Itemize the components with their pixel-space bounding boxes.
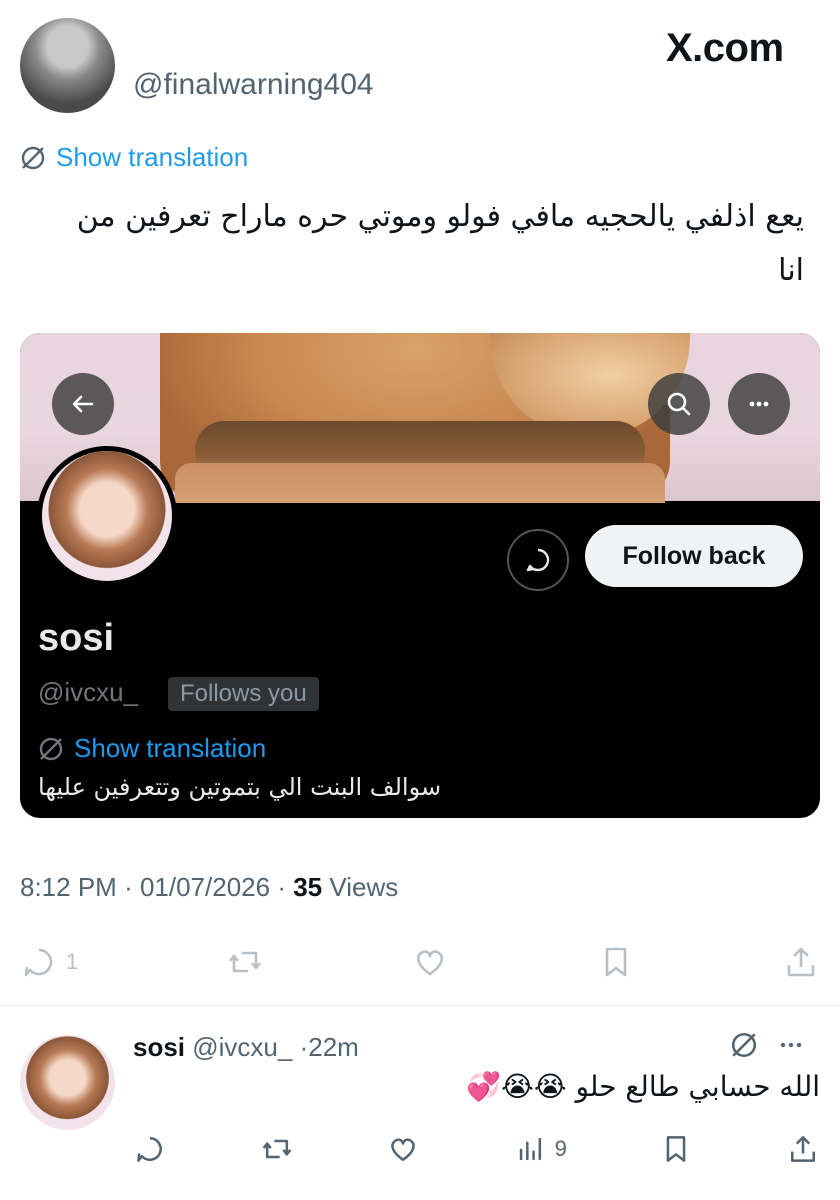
reply-button[interactable]: 1 (20, 943, 78, 981)
reply-handle[interactable]: @ivcxu_ (192, 1032, 292, 1062)
profile-avatar[interactable] (37, 446, 177, 586)
repost-button[interactable] (226, 943, 264, 981)
reply-header: sosi @ivcxu_ ·22m (133, 1032, 359, 1063)
message-button[interactable] (507, 529, 569, 591)
meta-sep: · (124, 872, 140, 902)
post-meta: 8:12 PM · 01/07/2026 · 35 Views (20, 872, 398, 903)
reply-header-icons (730, 1030, 806, 1060)
reply-bookmark-button[interactable] (659, 1132, 693, 1166)
search-icon (667, 392, 691, 416)
reply-reply-button[interactable] (133, 1132, 167, 1166)
bookmark-button[interactable] (597, 943, 635, 981)
views-icon (519, 1137, 541, 1161)
post-time: 8:12 PM (20, 872, 117, 902)
reply-text: الله حسابي طالع حلو 😭😭💞 (466, 1070, 820, 1103)
bookmark-icon (667, 1136, 686, 1162)
reply-age: 22m (308, 1032, 359, 1062)
reply-share-button[interactable] (786, 1132, 820, 1166)
reply-count: 1 (66, 949, 79, 974)
post-action-bar: 1 (20, 940, 820, 984)
banner-bun-bottom (175, 463, 665, 503)
reply-action-bar: 9 (133, 1128, 820, 1170)
reply-sep: · (299, 1032, 309, 1062)
reply-like-button[interactable] (386, 1132, 420, 1166)
post-date: 01/07/2026 (139, 872, 271, 902)
more-button[interactable] (728, 373, 790, 435)
follows-you-badge: Follows you (168, 677, 319, 711)
reply-name[interactable]: sosi (133, 1032, 185, 1062)
author-avatar[interactable] (20, 18, 115, 113)
heart-icon (391, 1138, 415, 1161)
views-count: 35 (293, 872, 323, 902)
show-translation-label: Show translation (56, 142, 249, 172)
reply-icon (24, 948, 53, 977)
more-icon[interactable] (776, 1030, 806, 1060)
translate-icon (21, 146, 45, 169)
profile-bio: سوالف البنت الي بتموتين وتتعرفين عليها (38, 773, 442, 801)
reply-repost-button[interactable] (260, 1132, 294, 1166)
bookmark-icon (605, 947, 626, 977)
profile-name: sosi (38, 617, 115, 659)
arrow-left-icon (72, 395, 94, 413)
divider (0, 1005, 840, 1006)
translate-icon (39, 737, 63, 760)
share-icon (790, 1136, 815, 1162)
show-translation-link[interactable]: Show translation (20, 142, 248, 173)
reply-views-count: 9 (554, 1136, 567, 1161)
share-button[interactable] (782, 943, 820, 981)
repost-icon (262, 1139, 291, 1159)
author-handle[interactable]: @finalwarning404 (133, 68, 374, 102)
meta-sep: · (277, 872, 294, 902)
translate-icon[interactable] (730, 1031, 758, 1059)
card-show-translation-label: Show translation (74, 733, 267, 763)
views-label: Views (329, 872, 399, 902)
heart-icon (417, 950, 444, 976)
card-show-translation-link[interactable]: Show translation (38, 733, 266, 764)
profile-handle: @ivcxu_ (38, 677, 139, 707)
profile-card-image[interactable]: Follow back sosi @ivcxu_ Follows you Sho… (20, 333, 820, 818)
search-button[interactable] (648, 373, 710, 435)
back-button[interactable] (52, 373, 114, 435)
reply-views-button[interactable]: 9 (513, 1132, 567, 1166)
share-icon (787, 947, 815, 977)
site-label: X.com (666, 26, 784, 70)
like-button[interactable] (411, 943, 449, 981)
post-text: يعع اذلفي يالحجيه مافي فولو وموتي حره ما… (76, 199, 804, 288)
reply-icon (137, 1137, 162, 1162)
repost-icon (228, 951, 261, 973)
more-icon (749, 401, 769, 407)
follow-back-button[interactable]: Follow back (585, 525, 803, 587)
chat-bubble-icon (526, 548, 550, 572)
reply-avatar[interactable] (20, 1035, 115, 1130)
